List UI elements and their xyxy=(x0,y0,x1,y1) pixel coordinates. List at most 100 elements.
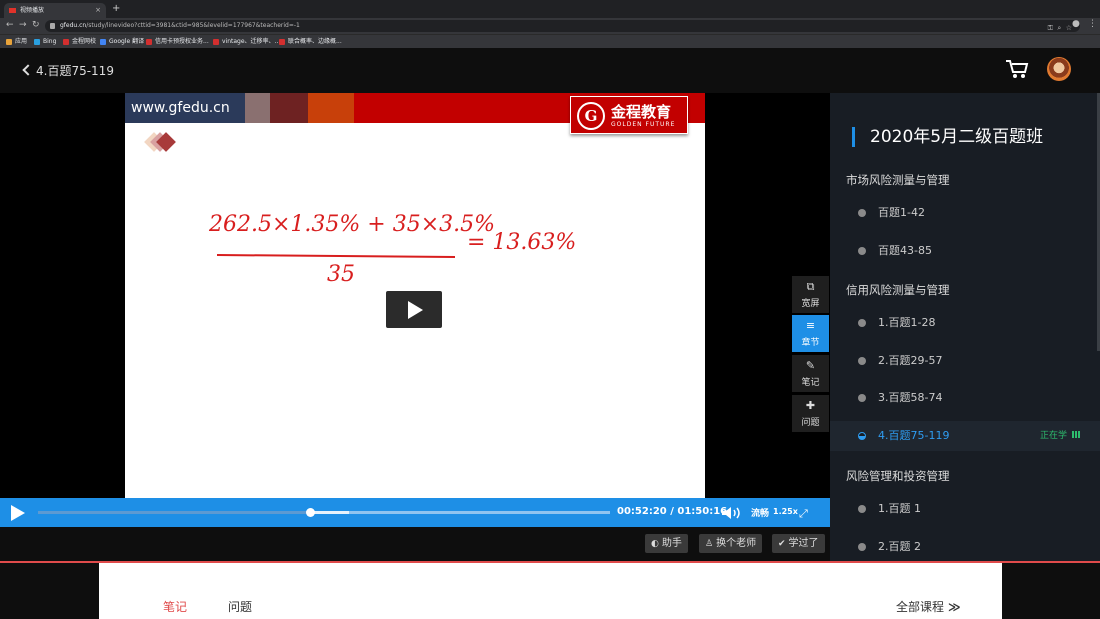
site-header: 4.百题75-119 xyxy=(0,48,1100,93)
play-icon[interactable] xyxy=(11,505,25,521)
played-bar xyxy=(38,511,310,514)
chapter-item[interactable]: 2.百题 2 xyxy=(830,532,1100,562)
menu-icon[interactable]: ⋮ xyxy=(1088,19,1097,29)
tab-bar: 视频播放 × + xyxy=(0,0,1100,18)
user-icon: ♙ xyxy=(705,539,714,549)
avatar[interactable] xyxy=(1047,57,1071,81)
progress-slider[interactable] xyxy=(38,508,610,517)
time-display: 00:52:20 / 01:50:16 xyxy=(617,506,728,517)
chapter-item[interactable]: 1.百题1-28 xyxy=(830,308,1100,338)
notes-panel: 笔记 问题 全部课程 ≫ xyxy=(99,563,1002,619)
formula-numerator: 262.5×1.35% + 35×3.5% xyxy=(208,212,495,237)
tab-notes[interactable]: 笔记 xyxy=(163,598,187,615)
bookmark-item[interactable]: 信用卡预授权业务... xyxy=(146,37,209,47)
bookmark-item[interactable]: Bing xyxy=(34,37,56,47)
time-current: 00:52:20 xyxy=(617,506,667,517)
chapter-item-current[interactable]: 4.百题75-119 正在学 xyxy=(830,421,1100,451)
close-tab-icon[interactable]: × xyxy=(95,3,101,18)
profile-icon[interactable]: ● xyxy=(1072,19,1080,29)
banner-block xyxy=(308,93,354,123)
status-dot-icon xyxy=(858,319,866,327)
status-dot-icon xyxy=(858,357,866,365)
address-bar-row: ← → ↻ gfedu.cn/study/linevideo?cttid=398… xyxy=(0,18,1100,34)
banner-block xyxy=(270,93,308,123)
section-title: 风险管理和投资管理 xyxy=(846,469,950,483)
speed-select[interactable]: 1.25x xyxy=(773,507,798,516)
golden-future-logo: G 金程教育 GOLDEN FUTURE xyxy=(570,96,688,134)
bookmark-item[interactable]: 联合概率、边缘概... xyxy=(279,37,342,47)
apps-icon xyxy=(6,39,12,45)
reload-icon[interactable]: ↻ xyxy=(32,20,40,30)
all-courses-link[interactable]: 全部课程 ≫ xyxy=(896,598,961,615)
tab-title: 视频播放 xyxy=(20,7,45,14)
chapter-item[interactable]: 2.百题29-57 xyxy=(830,346,1100,376)
section-title: 信用风险测量与管理 xyxy=(846,283,950,297)
chapter-list-icon: ≡ xyxy=(805,319,816,332)
question-icon: ✚ xyxy=(805,399,816,412)
formula-result: = 13.63% xyxy=(467,230,576,255)
banner-block xyxy=(245,93,270,123)
url-path: /study/linevideo?cttid=3981&ctid=985&lev… xyxy=(86,22,300,29)
quality-select[interactable]: 流畅 xyxy=(751,506,769,519)
fullscreen-icon[interactable]: ⤢ xyxy=(799,507,808,521)
notes-button[interactable]: ✎ 笔记 xyxy=(792,355,829,392)
chapter-button[interactable]: ≡ 章节 xyxy=(792,315,829,352)
handwritten-formula: 262.5×1.35% + 35×3.5% 35 = 13.63% xyxy=(208,212,576,287)
lock-icon xyxy=(50,23,55,29)
chapter-item[interactable]: 百题1-42 xyxy=(830,198,1100,228)
cart-icon[interactable] xyxy=(1005,58,1029,80)
formula-denominator: 35 xyxy=(327,262,355,287)
translate-icon xyxy=(100,39,106,45)
status-dot-icon xyxy=(858,247,866,255)
new-tab-button[interactable]: + xyxy=(112,3,120,14)
slide-site-url: www.gfedu.cn xyxy=(125,93,245,123)
chapter-item[interactable]: 百题43-85 xyxy=(830,236,1100,266)
course-title: 2020年5月二级百题班 xyxy=(852,127,1043,147)
learning-status: 正在学 xyxy=(1040,421,1080,451)
learned-button[interactable]: ✔ 学过了 xyxy=(772,534,825,553)
logo-seal-icon: G xyxy=(577,102,605,130)
chapter-item[interactable]: 1.百题 1 xyxy=(830,494,1100,524)
browser-tab[interactable]: 视频播放 × xyxy=(4,3,106,18)
question-button[interactable]: ✚ 问题 xyxy=(792,395,829,432)
widescreen-icon: ⧉ xyxy=(806,280,815,293)
url-field[interactable]: gfedu.cn/study/linevideo?cttid=3981&ctid… xyxy=(45,20,1080,32)
status-dot-icon xyxy=(858,394,866,402)
logo-cn: 金程教育 xyxy=(611,103,672,121)
back-icon[interactable]: ← xyxy=(6,20,14,30)
url-host: gfedu.cn xyxy=(60,22,87,29)
time-total: 01:50:16 xyxy=(677,506,728,517)
favicon-icon xyxy=(9,8,16,13)
chevron-left-icon xyxy=(22,64,34,76)
status-dot-icon xyxy=(858,209,866,217)
pencil-icon: ✎ xyxy=(805,359,816,372)
progress-handle[interactable] xyxy=(305,508,315,517)
chat-icon: ◐ xyxy=(651,539,659,549)
chapter-item[interactable]: 3.百题58-74 xyxy=(830,383,1100,413)
forward-icon[interactable]: → xyxy=(19,20,27,30)
bookmark-red-icon xyxy=(279,39,285,45)
bookmark-item[interactable]: vintage、迁移率、... xyxy=(213,37,280,47)
diamond-decoration-icon xyxy=(144,132,176,152)
assistant-button[interactable]: ◐ 助手 xyxy=(645,534,688,553)
bookmark-item[interactable]: Google 翻译 xyxy=(100,37,144,47)
bookmark-item[interactable]: 金程网校 xyxy=(63,37,96,47)
url-action-icons[interactable]: ⚿ ⌕ ☆ xyxy=(1048,22,1072,34)
change-teacher-button[interactable]: ♙ 换个老师 xyxy=(699,534,763,553)
gfedu-icon xyxy=(63,39,69,45)
tab-questions[interactable]: 问题 xyxy=(228,598,252,615)
bookmark-red-icon xyxy=(146,39,152,45)
double-chevron-right-icon: ≫ xyxy=(948,600,961,614)
play-overlay-button[interactable] xyxy=(386,291,442,328)
bing-icon xyxy=(34,39,40,45)
section-title: 市场风险测量与管理 xyxy=(846,173,950,187)
volume-icon[interactable] xyxy=(721,506,741,520)
browser-chrome: 视频播放 × + ← → ↻ gfedu.cn/study/linevideo?… xyxy=(0,0,1100,48)
status-dot-icon xyxy=(858,543,866,551)
back-link[interactable]: 4.百题75-119 xyxy=(22,62,114,79)
check-icon: ✔ xyxy=(778,539,786,549)
chapter-sidebar: 2020年5月二级百题班 市场风险测量与管理 百题1-42 百题43-85 信用… xyxy=(830,93,1100,561)
lesson-title: 4.百题75-119 xyxy=(36,64,114,78)
widescreen-button[interactable]: ⧉ 宽屏 xyxy=(792,276,829,313)
bookmark-item[interactable]: 应用 xyxy=(6,37,27,47)
